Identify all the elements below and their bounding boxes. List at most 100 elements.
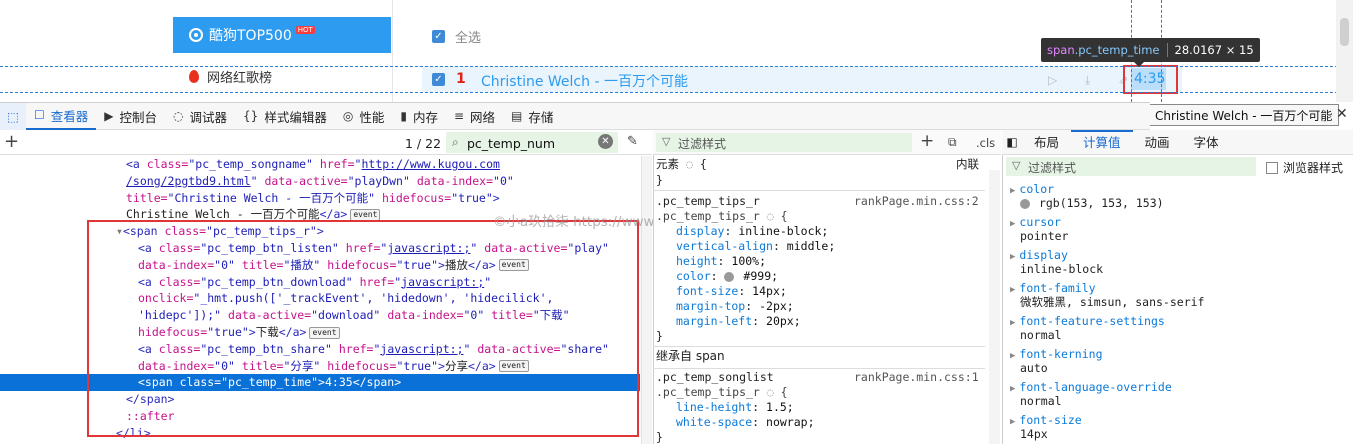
tab-动画[interactable]: 动画 bbox=[1133, 130, 1182, 155]
css-property[interactable]: vertical-align bbox=[676, 239, 773, 253]
song-name-link[interactable]: Christine Welch - 一百万个可能 bbox=[481, 71, 688, 91]
rules-scrollbar[interactable] bbox=[989, 170, 1000, 444]
memory-icon: ▮ bbox=[400, 109, 407, 123]
tab-console[interactable]: ▶ 控制台 bbox=[96, 103, 165, 130]
close-icon[interactable]: ✕ bbox=[1336, 106, 1348, 122]
computed-value: 微软雅黑, simsun, sans-serif bbox=[1020, 295, 1205, 309]
tab-style-editor[interactable]: {} 样式编辑器 bbox=[235, 103, 335, 130]
css-declaration[interactable]: display: inline-block; bbox=[676, 224, 828, 239]
tab-storage[interactable]: ▤ 存储 bbox=[503, 103, 561, 130]
tab-network[interactable]: ≡ 网络 bbox=[446, 103, 503, 130]
inspector-icon: ☐ bbox=[34, 108, 45, 122]
css-property[interactable]: line-height bbox=[676, 400, 752, 414]
expand-icon[interactable]: ▶ bbox=[1010, 384, 1015, 394]
tab-计算值[interactable]: 计算值 bbox=[1071, 129, 1133, 155]
rule-sub-selector: .pc_temp_tips_r ◌ { bbox=[656, 385, 788, 399]
css-declaration[interactable]: font-size: 14px; bbox=[676, 284, 787, 299]
css-property[interactable]: color bbox=[676, 269, 711, 283]
rule-selector[interactable]: .pc_temp_songlist bbox=[656, 370, 774, 385]
expand-icon[interactable]: ▶ bbox=[1010, 351, 1015, 361]
tab-performance[interactable]: ◎ 性能 bbox=[335, 103, 393, 130]
tooltip-class: .pc_temp_time bbox=[1074, 43, 1160, 57]
pseudo-class-icon[interactable]: ⧉ bbox=[948, 135, 957, 150]
cls-button[interactable]: .cls bbox=[976, 136, 995, 150]
song-row-checkbox[interactable]: ✓ bbox=[432, 73, 445, 86]
select-all[interactable]: ✓ 全选 bbox=[432, 27, 481, 46]
guide-line bbox=[0, 66, 1353, 67]
css-value[interactable]: 1.5; bbox=[766, 400, 794, 414]
tooltip-size: 28.0167 × 15 bbox=[1174, 43, 1254, 57]
css-value[interactable]: 14px; bbox=[752, 284, 787, 298]
hotsong-nav-item[interactable]: 网络红歌榜 bbox=[189, 67, 272, 86]
css-property[interactable]: margin-left bbox=[676, 314, 752, 328]
rule-sub-selector-text: .pc_temp_tips_r bbox=[656, 385, 760, 399]
rule-selector[interactable]: .pc_temp_tips_r bbox=[656, 194, 760, 209]
page-scrollbar[interactable] bbox=[1336, 0, 1353, 102]
expand-icon[interactable]: ▶ bbox=[1010, 219, 1015, 229]
style-editor-icon: {} bbox=[243, 109, 259, 123]
css-property[interactable]: font-size bbox=[676, 284, 738, 298]
markup-scrollbar[interactable] bbox=[641, 156, 652, 444]
css-declaration[interactable]: white-space: nowrap; bbox=[676, 415, 815, 430]
expand-icon[interactable]: ▶ bbox=[1010, 186, 1015, 196]
hotsong-label: 网络红歌榜 bbox=[207, 71, 273, 86]
markup-line[interactable]: <a class="pc_temp_songname" href="http:/… bbox=[0, 156, 640, 173]
tab-布局[interactable]: 布局 bbox=[1022, 130, 1071, 155]
add-node-icon[interactable]: + bbox=[4, 131, 19, 152]
computed-value: normal bbox=[1020, 394, 1062, 408]
computed-value: auto bbox=[1020, 361, 1048, 375]
css-value[interactable]: middle; bbox=[787, 239, 835, 253]
scrollbar-thumb[interactable] bbox=[1340, 18, 1349, 46]
rule-separator bbox=[653, 190, 985, 191]
css-declaration[interactable]: margin-left: 20px; bbox=[676, 314, 801, 329]
css-property[interactable]: height bbox=[676, 254, 718, 268]
markup-line[interactable]: /song/2pgtbd9.html" data-active="playDwn… bbox=[0, 173, 640, 190]
css-value[interactable]: inline-block; bbox=[738, 224, 828, 238]
hot-badge: HOT bbox=[295, 26, 315, 34]
search-icon: ⌕ bbox=[452, 135, 459, 149]
tab-memory[interactable]: ▮ 内存 bbox=[392, 103, 446, 130]
markup-line[interactable]: title="Christine Welch - 一百万个可能" hidefoc… bbox=[0, 190, 640, 207]
filter-placeholder: 过滤样式 bbox=[678, 137, 727, 151]
clear-search-icon[interactable]: ✕ bbox=[598, 134, 613, 149]
computed-filter-input[interactable]: ▽ 过滤样式 bbox=[1006, 157, 1256, 176]
tab-label: 样式编辑器 bbox=[264, 109, 327, 125]
css-declaration[interactable]: vertical-align: middle; bbox=[676, 239, 835, 254]
browser-styles-checkbox[interactable] bbox=[1266, 161, 1278, 174]
css-declaration[interactable]: color: #999; bbox=[676, 269, 778, 284]
css-value[interactable]: -2px; bbox=[759, 299, 794, 313]
expand-icon[interactable]: ▶ bbox=[1010, 417, 1015, 427]
browser-styles-label: 浏览器样式 bbox=[1283, 161, 1344, 175]
css-value[interactable]: 100%; bbox=[731, 254, 766, 268]
css-declaration[interactable]: line-height: 1.5; bbox=[676, 400, 794, 415]
css-value[interactable]: 20px; bbox=[766, 314, 801, 328]
element-picker-icon[interactable]: ⬚ bbox=[0, 102, 26, 130]
css-declaration[interactable]: margin-top: -2px; bbox=[676, 299, 794, 314]
filter-styles-input[interactable]: ▽ 过滤样式 bbox=[656, 133, 912, 152]
tooltip-separator bbox=[1166, 43, 1168, 57]
css-value[interactable]: nowrap; bbox=[766, 415, 814, 429]
select-all-checkbox[interactable]: ✓ bbox=[432, 30, 445, 43]
rule-source-link[interactable]: rankPage.min.css:1 bbox=[854, 370, 979, 385]
css-property[interactable]: margin-top bbox=[676, 299, 745, 313]
add-rule-icon[interactable]: + bbox=[920, 131, 934, 151]
css-property[interactable]: display bbox=[676, 224, 724, 238]
top500-nav-item[interactable]: 酷狗TOP500 HOT bbox=[173, 17, 391, 53]
css-property[interactable]: white-space bbox=[676, 415, 752, 429]
tab-字体[interactable]: 字体 bbox=[1182, 130, 1231, 155]
expand-icon[interactable]: ▶ bbox=[1010, 285, 1015, 295]
expand-icon[interactable]: ▶ bbox=[1010, 252, 1015, 262]
eyedropper-icon[interactable]: ✎ bbox=[627, 134, 638, 149]
tab-debugger[interactable]: ◌ 调试器 bbox=[165, 103, 235, 130]
expand-icon[interactable]: ▶ bbox=[1010, 318, 1015, 328]
tab-inspector[interactable]: ☐ 查看器 bbox=[26, 103, 97, 130]
css-declaration[interactable]: height: 100%; bbox=[676, 254, 766, 269]
rule-source-link[interactable]: rankPage.min.css:2 bbox=[854, 194, 979, 209]
sidebar-toggle-icon[interactable]: ◧ bbox=[1002, 130, 1022, 155]
rule-sub-selector-text: .pc_temp_tips_r bbox=[656, 209, 760, 223]
browser-styles-toggle[interactable]: 浏览器样式 bbox=[1266, 159, 1343, 176]
filter-placeholder: 过滤样式 bbox=[1028, 161, 1077, 175]
color-swatch[interactable] bbox=[724, 271, 735, 282]
css-value[interactable]: #999; bbox=[743, 269, 778, 283]
close-brace: } bbox=[656, 173, 663, 187]
